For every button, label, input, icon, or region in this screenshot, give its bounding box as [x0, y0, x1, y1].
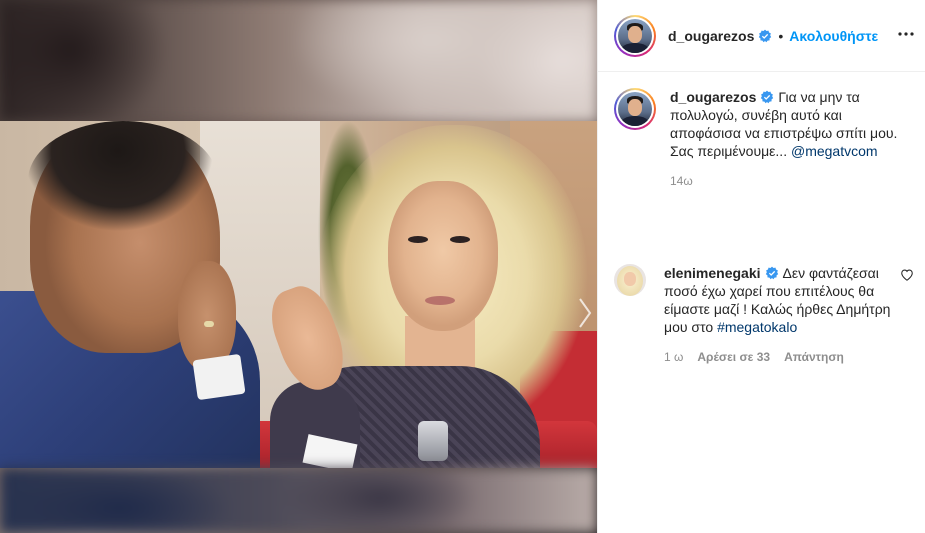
caption-timestamp[interactable]: 14ω	[670, 174, 910, 188]
next-media-button[interactable]	[575, 293, 595, 333]
comment-meta: 1 ω Αρέσει σε 33 Απάντηση	[664, 350, 904, 364]
commenter-username[interactable]: elenimenegaki	[664, 265, 761, 281]
hashtag-link[interactable]: #megatokalo	[717, 319, 797, 335]
reply-button[interactable]: Απάντηση	[784, 350, 844, 364]
author-username[interactable]: d_ougarezos	[668, 28, 754, 44]
comments-section: d_ougarezos Για να μην τα πολυλογώ, συνέ…	[598, 72, 925, 533]
caption-username[interactable]: d_ougarezos	[670, 89, 756, 105]
comment-text: elenimenegaki Δεν φαντάζεσαι ποσό έχω χα…	[664, 264, 904, 336]
verified-badge-icon	[759, 29, 772, 42]
mention-link[interactable]: @megatvcom	[791, 143, 878, 159]
post-sidebar: d_ougarezos • Ακολουθήστε d_ougarezos Γι…	[597, 0, 925, 533]
post-header: d_ougarezos • Ακολουθήστε	[598, 0, 925, 72]
instagram-post: d_ougarezos • Ακολουθήστε d_ougarezos Γι…	[0, 0, 925, 533]
verified-badge-icon	[765, 266, 778, 280]
media-blur-bottom	[0, 468, 597, 533]
heart-outline-icon[interactable]	[900, 268, 914, 282]
caption: d_ougarezos Για να μην τα πολυλογώ, συνέ…	[614, 88, 910, 188]
caption-avatar[interactable]	[614, 88, 656, 130]
post-media[interactable]	[0, 0, 597, 533]
media-blur-top	[0, 0, 597, 121]
follow-button[interactable]: Ακολουθήστε	[789, 28, 878, 44]
comment-item: elenimenegaki Δεν φαντάζεσαι ποσό έχω χα…	[614, 264, 913, 364]
woman-face	[388, 181, 498, 331]
comment-likes[interactable]: Αρέσει σε 33	[697, 350, 770, 364]
comment-timestamp[interactable]: 1 ω	[664, 350, 683, 364]
author-avatar[interactable]	[614, 14, 656, 57]
separator-dot: •	[778, 27, 784, 44]
verified-badge-icon	[761, 90, 774, 104]
chevron-right-icon	[579, 298, 592, 328]
caption-text: d_ougarezos Για να μην τα πολυλογώ, συνέ…	[670, 88, 910, 160]
post-photo[interactable]	[0, 121, 597, 468]
more-options-icon	[898, 32, 914, 36]
more-options-button[interactable]	[894, 22, 918, 46]
commenter-avatar[interactable]	[614, 264, 646, 296]
